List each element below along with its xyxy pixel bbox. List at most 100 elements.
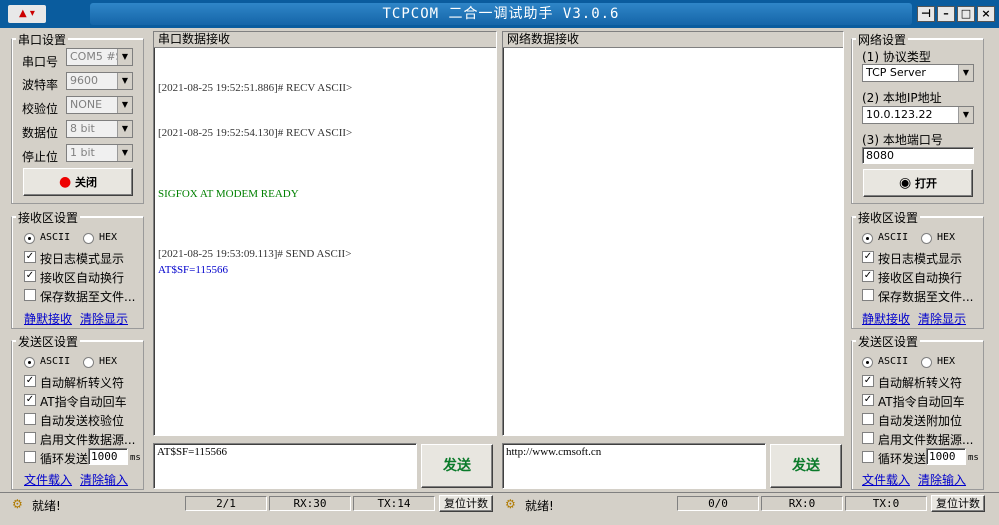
left-reset-count-button[interactable]: 复位计数 <box>439 495 493 512</box>
close-button[interactable]: × <box>977 6 995 22</box>
left-recv-opt2-label: 接收区自动换行 <box>40 271 125 285</box>
left-loop-unit: ms <box>130 453 141 463</box>
right-recv-hex-label: HEX <box>937 232 956 243</box>
left-send-title: 发送区设置 <box>16 333 81 350</box>
right-recv-opt1-checkbox[interactable]: ✓ <box>862 251 874 263</box>
minimize-button[interactable]: – <box>937 6 955 22</box>
open-network-label: 打开 <box>915 177 938 190</box>
log-line: [2021-08-25 19:52:54.130]# RECV ASCII> <box>158 127 353 139</box>
right-recv-opt2-checkbox[interactable]: ✓ <box>862 270 874 282</box>
network-receive-panel[interactable]: 网络数据接收 <box>502 31 844 436</box>
chevron-down-icon: ▼ <box>117 145 132 161</box>
right-silent-recv-link[interactable]: 静默接收 <box>862 310 910 327</box>
right-reset-count-button[interactable]: 复位计数 <box>931 495 985 512</box>
baud-select[interactable]: 9600 ▼ <box>66 72 133 90</box>
left-recv-opt3-checkbox[interactable] <box>24 289 36 301</box>
left-recv-opt2-checkbox[interactable]: ✓ <box>24 270 36 282</box>
left-send-opt4-checkbox[interactable] <box>24 432 36 444</box>
right-tx-cell: TX:0 <box>845 496 927 511</box>
right-recv-hex-radio[interactable] <box>921 233 932 244</box>
right-loop-send-label: 循环发送 <box>878 452 927 466</box>
right-send-title: 发送区设置 <box>856 333 921 350</box>
left-tx-cell: TX:14 <box>353 496 435 511</box>
status-bar-divider <box>0 492 999 493</box>
left-loop-interval-input[interactable]: 1000 <box>88 448 128 465</box>
left-send-ascii-label: ASCII <box>40 356 71 367</box>
serial-receive-title: 串口数据接收 <box>154 32 496 48</box>
left-send-ascii-radio[interactable] <box>24 357 35 368</box>
left-recv-opt1-label: 按日志模式显示 <box>40 252 125 266</box>
network-send-button[interactable]: 发送 <box>770 444 842 488</box>
left-send-hex-label: HEX <box>99 356 118 367</box>
right-send-ascii-label: ASCII <box>878 356 909 367</box>
right-send-opt1-checkbox[interactable]: ✓ <box>862 375 874 387</box>
right-send-opt3-label: 自动发送附加位 <box>878 414 963 428</box>
serial-send-button[interactable]: 发送 <box>421 444 493 488</box>
left-file-load-link[interactable]: 文件载入 <box>24 471 72 488</box>
right-clear-input-link[interactable]: 清除输入 <box>918 471 966 488</box>
baud-label: 波特率 <box>22 78 59 92</box>
pin-icon[interactable]: ⊣ <box>917 6 935 22</box>
open-network-button[interactable]: ◉ 打开 <box>863 169 973 197</box>
maximize-button[interactable]: □ <box>957 6 975 22</box>
serial-receive-panel[interactable]: 串口数据接收 [2021-08-25 19:52:51.886]# RECV A… <box>153 31 497 436</box>
serial-settings-title: 串口设置 <box>16 31 69 48</box>
databits-select[interactable]: 8 bit ▼ <box>66 120 133 138</box>
protocol-select[interactable]: TCP Server ▼ <box>862 64 974 82</box>
left-clear-input-link[interactable]: 清除输入 <box>80 471 128 488</box>
right-loop-send-checkbox[interactable] <box>862 451 874 463</box>
local-port-input[interactable]: 8080 <box>862 147 974 164</box>
left-send-opt3-label: 自动发送校验位 <box>40 414 125 428</box>
chevron-down-icon: ▼ <box>117 49 132 65</box>
right-status-icon: ⚙ <box>505 497 516 511</box>
left-silent-recv-link[interactable]: 静默接收 <box>24 310 72 327</box>
left-status-icon: ⚙ <box>12 497 23 511</box>
stopbits-label: 停止位 <box>22 150 59 164</box>
right-recv-title: 接收区设置 <box>856 209 921 226</box>
left-recv-hex-radio[interactable] <box>83 233 94 244</box>
left-recv-ascii-radio[interactable] <box>24 233 35 244</box>
network-send-input[interactable]: http://www.cmsoft.cn <box>502 443 766 489</box>
left-send-opt1-checkbox[interactable]: ✓ <box>24 375 36 387</box>
right-send-ascii-radio[interactable] <box>862 357 873 368</box>
close-port-button[interactable]: ● 关闭 <box>23 168 133 196</box>
app-menu-icon[interactable]: ▲ ▾ <box>8 5 46 23</box>
left-send-opt2-checkbox[interactable]: ✓ <box>24 394 36 406</box>
right-send-opt3-checkbox[interactable] <box>862 413 874 425</box>
stopbits-select[interactable]: 1 bit ▼ <box>66 144 133 162</box>
right-send-opt4-label: 启用文件数据源... <box>878 433 974 447</box>
chevron-down-icon: ▼ <box>117 73 132 89</box>
right-recv-opt1-label: 按日志模式显示 <box>878 252 963 266</box>
right-recv-opt3-checkbox[interactable] <box>862 289 874 301</box>
right-status-ready: 就绪! <box>525 499 554 513</box>
right-clear-display-link[interactable]: 清除显示 <box>918 310 966 327</box>
right-file-load-link[interactable]: 文件载入 <box>862 471 910 488</box>
port-label: 串口号 <box>22 55 59 69</box>
left-clear-display-link[interactable]: 清除显示 <box>80 310 128 327</box>
right-recv-opt3-label: 保存数据至文件... <box>878 290 974 304</box>
right-loop-unit: ms <box>968 453 979 463</box>
ip-select[interactable]: 10.0.123.22 ▼ <box>862 106 974 124</box>
chevron-down-icon: ▼ <box>958 65 973 81</box>
right-send-opt4-checkbox[interactable] <box>862 432 874 444</box>
left-recv-opt1-checkbox[interactable]: ✓ <box>24 251 36 263</box>
right-recv-opt2-label: 接收区自动换行 <box>878 271 963 285</box>
left-send-hex-radio[interactable] <box>83 357 94 368</box>
close-port-label: 关闭 <box>75 176 98 189</box>
left-count-cell: 2/1 <box>185 496 267 511</box>
right-loop-interval-input[interactable]: 1000 <box>926 448 966 465</box>
left-loop-send-checkbox[interactable] <box>24 451 36 463</box>
chevron-down-icon: ▼ <box>958 107 973 123</box>
right-send-opt2-label: AT指令自动回车 <box>878 395 965 409</box>
chevron-down-icon: ▼ <box>117 97 132 113</box>
left-send-opt4-label: 启用文件数据源... <box>40 433 136 447</box>
parity-select[interactable]: NONE ▼ <box>66 96 133 114</box>
left-send-opt3-checkbox[interactable] <box>24 413 36 425</box>
port-select[interactable]: COM5 #STL ▼ <box>66 48 133 66</box>
red-light-icon: ● <box>58 174 72 190</box>
serial-send-input[interactable]: AT$SF=115566 <box>153 443 417 489</box>
right-recv-ascii-radio[interactable] <box>862 233 873 244</box>
right-send-hex-radio[interactable] <box>921 357 932 368</box>
right-send-opt2-checkbox[interactable]: ✓ <box>862 394 874 406</box>
databits-label: 数据位 <box>22 126 59 140</box>
